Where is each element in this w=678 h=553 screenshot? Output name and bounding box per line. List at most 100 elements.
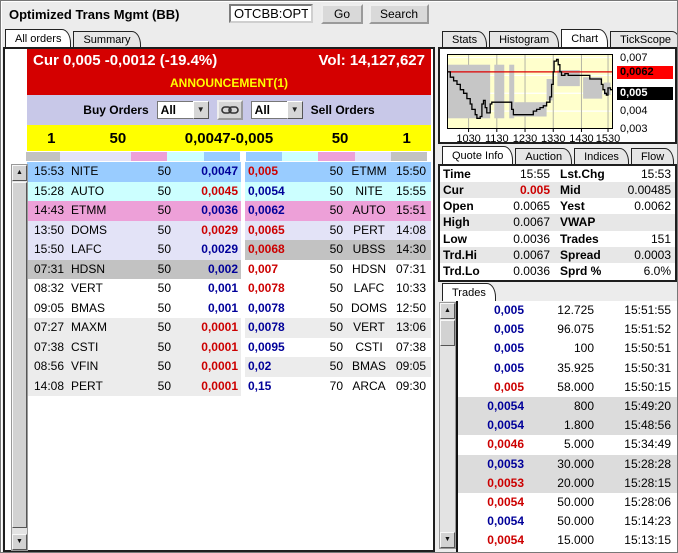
symbol-input[interactable] (229, 4, 313, 23)
order-size: 50 (129, 201, 171, 221)
buy-order-row[interactable]: 07:31HDSN500,002 (27, 260, 241, 280)
trades-scrollbar[interactable]: ▲ ▼ (439, 302, 456, 549)
order-book-row: 14:08PERT500,00010,1570ARCA09:30 (27, 377, 431, 397)
buy-order-row[interactable]: 07:38CSTI500,0001 (27, 338, 241, 358)
sell-order-row[interactable]: 0,007850VERT13:06 (245, 318, 431, 338)
order-size: 50 (305, 260, 343, 280)
buy-order-row[interactable]: 15:50LAFC500,0029 (27, 240, 241, 260)
market-maker: PERT (343, 221, 395, 241)
scroll-up-icon[interactable]: ▲ (440, 303, 455, 319)
trade-price: 0,0054 (458, 531, 524, 550)
quote-row: Low0.0036Trades151 (440, 231, 675, 247)
scroll-down-icon[interactable]: ▼ (12, 534, 27, 550)
trade-row[interactable]: 0,005450.00015:14:23 (458, 512, 677, 531)
market-maker: NITE (343, 182, 395, 202)
trade-row[interactable]: 0,00558.00015:50:15 (458, 378, 677, 397)
tab-stats[interactable]: Stats (442, 31, 487, 47)
scrollbar-thumb[interactable] (440, 320, 455, 346)
scroll-down-icon[interactable]: ▼ (440, 532, 455, 548)
sell-order-row[interactable]: 0,006550PERT14:08 (245, 221, 431, 241)
ask-price: 0,0065 (245, 221, 305, 241)
order-size: 50 (129, 279, 171, 299)
sell-order-row[interactable]: 0,1570ARCA09:30 (245, 377, 431, 397)
tab-flow[interactable]: Flow (631, 148, 674, 164)
scroll-up-icon[interactable]: ▲ (12, 165, 27, 181)
sell-order-row[interactable]: 0,006850UBSS14:30 (245, 240, 431, 260)
bid-price: 0,0029 (171, 221, 241, 241)
chevron-down-icon[interactable]: ▼ (193, 101, 209, 119)
quote-tabs: Quote InfoAuctionIndicesFlow (442, 146, 676, 164)
tab-quote-info[interactable]: Quote Info (442, 146, 513, 164)
sell-order-row[interactable]: 0,00750HDSN07:31 (245, 260, 431, 280)
sell-filter-value: All (251, 101, 287, 119)
search-button[interactable]: Search (369, 4, 429, 24)
link-sides-button[interactable] (217, 100, 243, 120)
buy-order-row[interactable]: 08:56VFIN500,0001 (27, 357, 241, 377)
buy-order-row[interactable]: 14:08PERT500,0001 (27, 377, 241, 397)
sell-order-row[interactable]: 0,007850DOMS12:50 (245, 299, 431, 319)
tab-auction[interactable]: Auction (515, 148, 572, 164)
trades-tab: Trades (442, 283, 498, 301)
tab-trades[interactable]: Trades (442, 283, 496, 301)
sell-order-row[interactable]: 0,007850LAFC10:33 (245, 279, 431, 299)
buy-order-row[interactable]: 15:53NITE500,0047 (27, 162, 241, 182)
market-maker: BMAS (343, 357, 395, 377)
buy-order-row[interactable]: 13:50DOMS500,0029 (27, 221, 241, 241)
market-maker: DOMS (71, 221, 129, 241)
quote-row: Trd.Lo0.0036Sprd %6.0% (440, 263, 675, 279)
order-time: 08:56 (27, 357, 71, 377)
trade-row[interactable]: 0,005320.00015:28:15 (458, 474, 677, 493)
buy-filter-select[interactable]: All ▼ (157, 101, 209, 119)
market-maker: BMAS (71, 299, 129, 319)
buy-order-row[interactable]: 07:27MAXM500,0001 (27, 318, 241, 338)
trade-row[interactable]: 0,005415.00015:13:15 (458, 531, 677, 550)
trade-row[interactable]: 0,00596.07515:51:52 (458, 320, 677, 339)
quote-label: Time (440, 166, 490, 182)
trade-row[interactable]: 0,00465.00015:34:49 (458, 435, 677, 454)
sell-order-row[interactable]: 0,009550CSTI07:38 (245, 338, 431, 358)
trade-row[interactable]: 0,005480015:49:20 (458, 397, 677, 416)
trade-row[interactable]: 0,005330.00015:28:28 (458, 455, 677, 474)
chart-panel: 1030113012301330143015300,0070,0040,0030… (438, 47, 677, 144)
sell-order-row[interactable]: 0,005450NITE15:55 (245, 182, 431, 202)
trade-row[interactable]: 0,005450.00015:28:06 (458, 493, 677, 512)
tab-all-orders[interactable]: All orders (5, 29, 71, 47)
tab-summary[interactable]: Summary (73, 31, 140, 47)
quote-label: Lst.Chg (550, 166, 610, 182)
tab-chart[interactable]: Chart (561, 29, 608, 47)
order-book-scrollbar[interactable]: ▲ ▼ (11, 164, 28, 551)
chevron-down-icon[interactable]: ▼ (287, 101, 303, 119)
trade-price: 0,0054 (458, 397, 524, 416)
sell-order-row[interactable]: 0,006250AUTO15:51 (245, 201, 431, 221)
buy-depth-band (26, 152, 240, 161)
order-book-row: 07:31HDSN500,0020,00750HDSN07:31 (27, 260, 431, 280)
tab-histogram[interactable]: Histogram (489, 31, 559, 47)
trade-row[interactable]: 0,00512.72515:51:55 (458, 301, 677, 320)
sell-order-row[interactable]: 0,00550ETMM15:50 (245, 162, 431, 182)
order-book-row: 07:27MAXM500,00010,007850VERT13:06 (27, 318, 431, 338)
buy-order-row[interactable]: 14:43ETMM500,0036 (27, 201, 241, 221)
quote-label: VWAP (550, 214, 610, 230)
trade-row[interactable]: 0,00535.92515:50:31 (458, 359, 677, 378)
bid-price: 0,002 (171, 260, 241, 280)
trade-row[interactable]: 0,00510015:50:51 (458, 339, 677, 358)
buy-order-row[interactable]: 09:05BMAS500,001 (27, 299, 241, 319)
tab-tickscope[interactable]: TickScope (610, 31, 678, 47)
market-maker: ETMM (71, 201, 129, 221)
trade-row[interactable]: 0,00541.80015:48:56 (458, 416, 677, 435)
bid-count: 1 (27, 130, 75, 147)
ask-size: 50 (298, 130, 383, 147)
announcement-link[interactable]: ANNOUNCEMENT(1) (27, 73, 431, 95)
buy-order-row[interactable]: 08:32VERT500,001 (27, 279, 241, 299)
sell-filter-select[interactable]: All ▼ (251, 101, 303, 119)
sell-order-row[interactable]: 0,0250BMAS09:05 (245, 357, 431, 377)
scrollbar-thumb[interactable] (12, 182, 27, 528)
tab-indices[interactable]: Indices (574, 148, 629, 164)
link-icon (221, 104, 239, 116)
go-button[interactable]: Go (321, 4, 363, 24)
buy-order-row[interactable]: 15:28AUTO500,0045 (27, 182, 241, 202)
order-size: 50 (129, 338, 171, 358)
trade-size: 100 (524, 339, 594, 358)
order-book-row: 15:28AUTO500,00450,005450NITE15:55 (27, 182, 431, 202)
market-maker: CSTI (343, 338, 395, 358)
